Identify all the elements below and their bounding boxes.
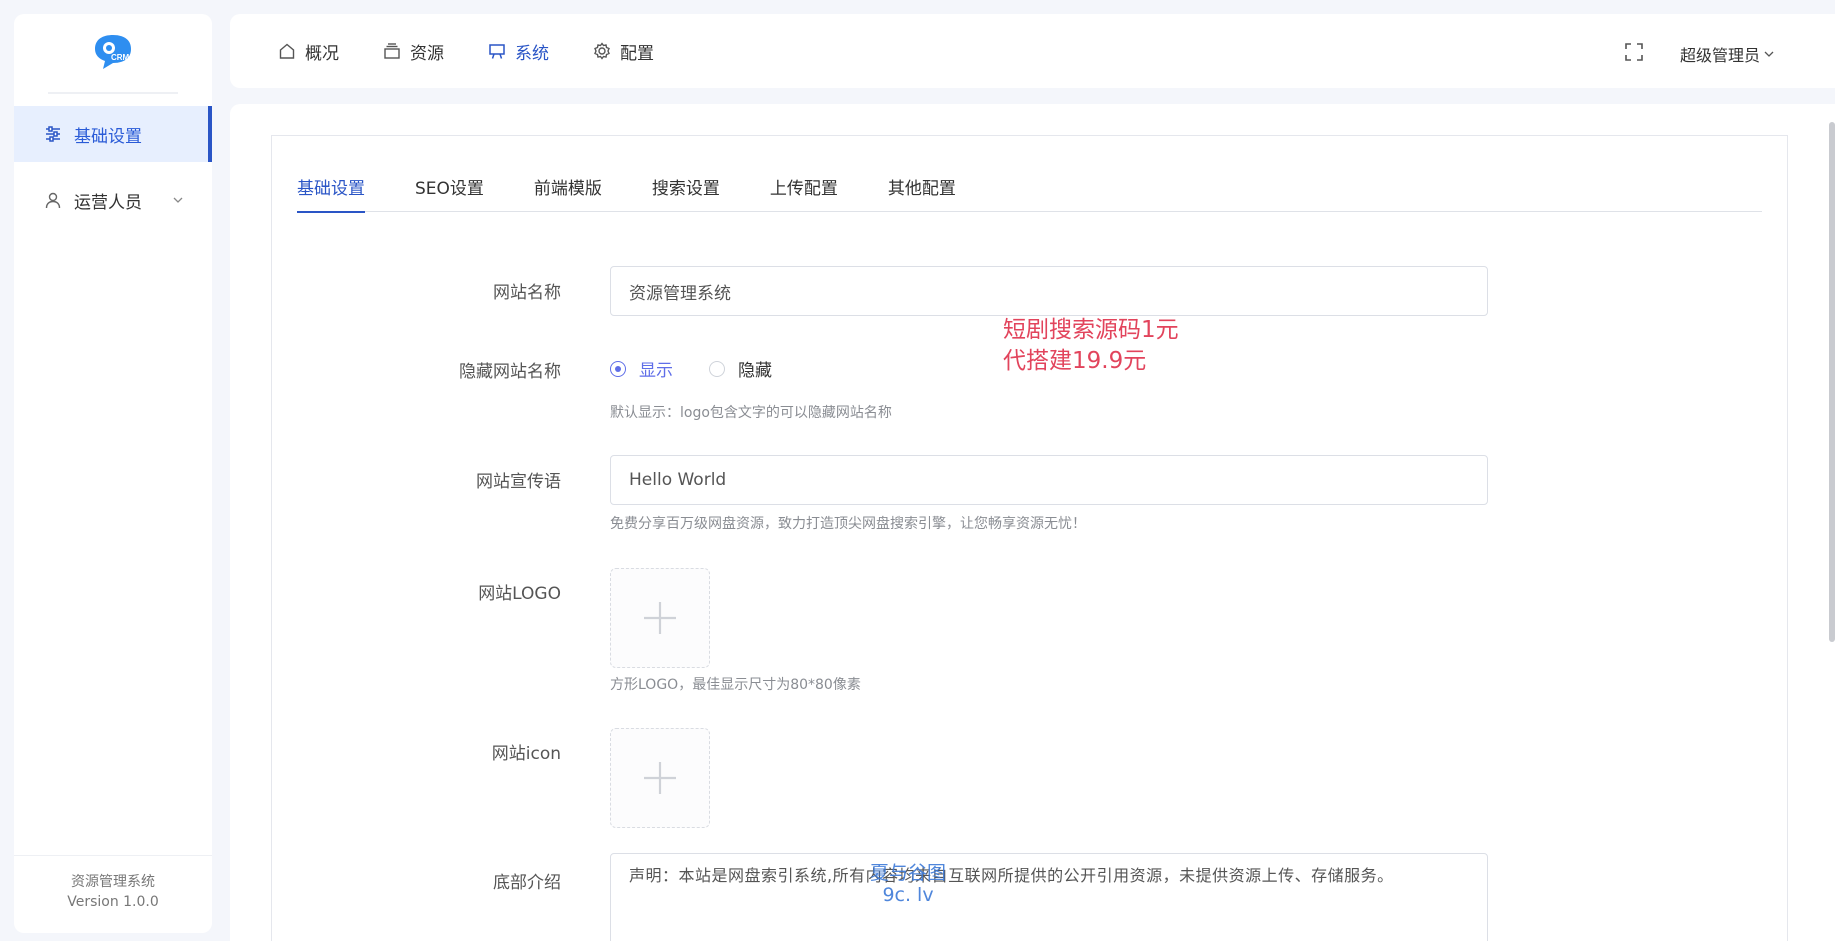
sidebar-item-operators[interactable]: 运营人员 [14,172,212,228]
watermark-line-1: 夏与谷图 [870,862,947,884]
radio-hide[interactable]: 隐藏 [709,356,772,381]
top-header: 概况 资源 系统 配置 超级管理员 [230,14,1835,88]
watermark: 夏与谷图 9c. lv [870,862,946,906]
sidebar-item-label: 运营人员 [74,192,142,213]
topnav-overview[interactable]: 概况 [278,39,339,64]
topnav-label: 系统 [515,43,549,64]
sidebar-item-label: 基础设置 [74,126,142,147]
radio-label: 显示 [639,361,673,381]
user-menu[interactable]: 超级管理员 [1680,42,1775,66]
top-nav: 概况 资源 系统 配置 [278,14,698,88]
sidebar-footer: 资源管理系统 Version 1.0.0 [14,855,212,933]
app-name: 资源管理系统 [71,874,155,890]
slogan-label: 网站宣传语 [476,472,561,492]
icon-label: 网站icon [491,744,561,764]
radio-label: 隐藏 [738,361,772,381]
footer-intro-value: 声明：本站是网盘索引系统,所有内容均来自互联网所提供的公开引用资源，未提供资源上… [629,866,1394,885]
tab-frontend-template[interactable]: 前端模版 [534,174,602,212]
home-icon [279,43,295,59]
sliders-icon [46,126,60,142]
hide-site-name-hint: 默认显示：logo包含文字的可以隐藏网站名称 [610,405,892,421]
sidebar: CRM 基础设置 运营人员 资源管理系统 Version 1.0.0 [14,14,212,933]
tab-basic-settings[interactable]: 基础设置 [297,174,365,213]
stack-icon [384,43,400,59]
slogan-input[interactable]: Hello World [610,455,1488,505]
chevron-down-icon [1764,51,1774,57]
plus-icon [644,602,676,634]
site-name-value: 资源管理系统 [629,283,731,304]
user-icon [45,192,61,209]
settings-card: 基础设置 SEO设置 前端模版 搜索设置 上传配置 其他配置 网站名称 资源管理… [271,135,1788,941]
plus-icon [644,762,676,794]
chevron-down-icon[interactable] [172,194,184,206]
hide-site-name-label: 隐藏网站名称 [459,362,561,382]
promo-line-2: 代搭建19.9元 [1003,348,1147,374]
tab-upload-config[interactable]: 上传配置 [770,174,838,212]
topnav-label: 配置 [620,43,654,64]
radio-show[interactable]: 显示 [610,356,673,381]
scrollbar[interactable] [1829,122,1835,642]
sidebar-item-basic-settings[interactable]: 基础设置 [14,106,212,162]
logo-hint: 方形LOGO，最佳显示尺寸为80*80像素 [610,677,861,693]
slogan-hint: 免费分享百万级网盘资源，致力打造顶尖网盘搜索引擎，让您畅享资源无忧！ [610,516,1086,532]
radio-dot [610,360,626,377]
promo-overlay: 短剧搜索源码1元 代搭建19.9元 [1003,315,1179,377]
promo-line-1: 短剧搜索源码1元 [1003,317,1179,343]
sidebar-nav: 基础设置 运营人员 [14,106,212,228]
tab-search-settings[interactable]: 搜索设置 [652,174,720,212]
topnav-label: 资源 [410,43,444,64]
site-name-input[interactable]: 资源管理系统 [610,266,1488,316]
fullscreen-icon[interactable] [1624,42,1644,62]
gear-icon [594,42,610,60]
app-version: Version 1.0.0 [67,894,159,910]
username: 超级管理员 [1680,46,1761,65]
hide-site-name-radio-group: 显示 隐藏 [610,356,808,381]
logo-divider [48,92,178,94]
icon-uploader[interactable] [610,728,710,828]
watermark-line-2: 9c. lv [882,884,934,906]
crm-logo: CRM [95,35,131,69]
monitor-icon [489,44,505,59]
logo-area: CRM [14,14,212,92]
main-panel: 基础设置 SEO设置 前端模版 搜索设置 上传配置 其他配置 网站名称 资源管理… [230,104,1835,941]
settings-tabs: 基础设置 SEO设置 前端模版 搜索设置 上传配置 其他配置 [297,174,1762,213]
logo-label: 网站LOGO [478,584,561,604]
svg-text:CRM: CRM [111,53,130,62]
site-name-label: 网站名称 [493,283,561,303]
tab-other-config[interactable]: 其他配置 [888,174,956,212]
topnav-resources[interactable]: 资源 [383,39,444,64]
footer-intro-label: 底部介绍 [493,873,561,893]
topnav-label: 概况 [305,43,339,64]
logo-uploader[interactable] [610,568,710,668]
tab-seo-settings[interactable]: SEO设置 [415,174,484,212]
topnav-config[interactable]: 配置 [593,39,654,64]
topnav-system[interactable]: 系统 [488,39,549,64]
footer-intro-textarea[interactable]: 声明：本站是网盘索引系统,所有内容均来自互联网所提供的公开引用资源，未提供资源上… [610,853,1488,941]
radio-dot [709,360,725,377]
slogan-value: Hello World [629,470,727,490]
